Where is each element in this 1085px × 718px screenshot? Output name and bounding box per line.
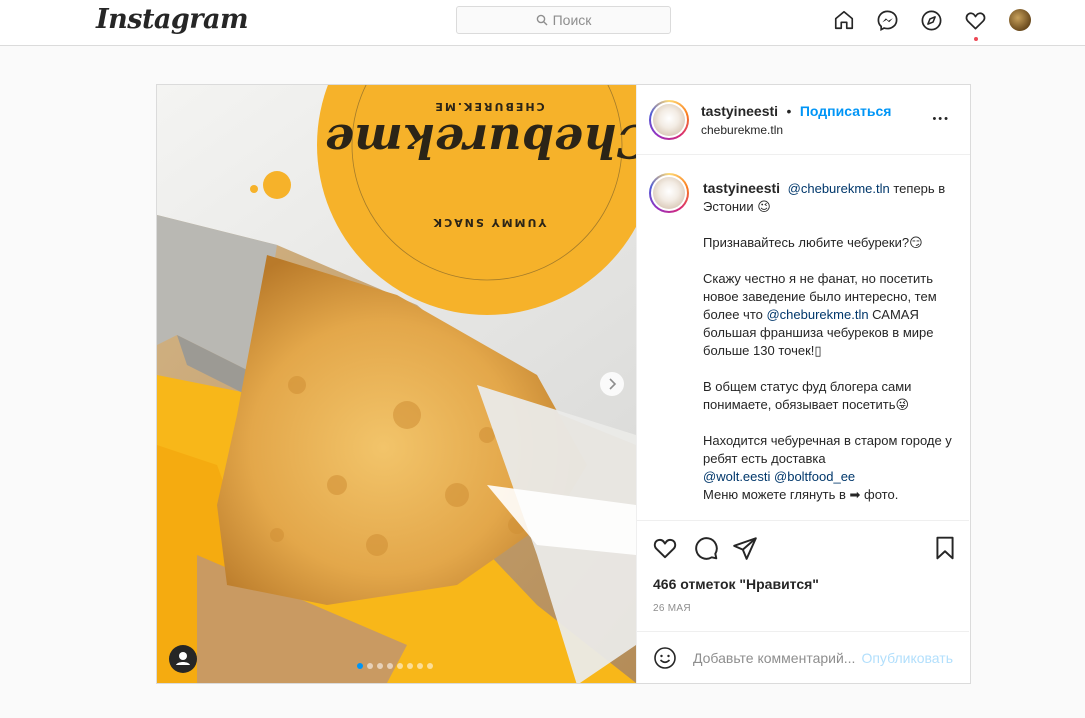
like-heart-icon[interactable] [652, 535, 678, 561]
top-navigation-bar: Instagram Поиск [0, 0, 1085, 46]
save-bookmark-icon[interactable] [932, 535, 958, 561]
post-location[interactable]: cheburekme.tln [701, 123, 783, 137]
post-sidebar: tastyineesti • Подписаться cheburekme.tl… [636, 85, 970, 683]
explore-compass-icon[interactable] [920, 9, 943, 32]
post-date[interactable]: 26 МАЯ [653, 603, 691, 614]
photo-ring-text-top: CHEBUREK.ME [433, 100, 544, 113]
emoji-icon[interactable] [653, 646, 677, 670]
tagged-users-button[interactable] [169, 645, 197, 673]
activity-heart-icon[interactable] [964, 9, 987, 32]
caption-mention-boltfood[interactable]: @boltfood_ee [774, 469, 855, 484]
carousel-dot [397, 663, 403, 669]
profile-avatar[interactable] [1009, 9, 1031, 31]
caption-mention-wolt[interactable]: @wolt.eesti [703, 469, 770, 484]
user-icon [176, 652, 190, 665]
carousel-dot [377, 663, 383, 669]
carousel-dot [367, 663, 373, 669]
post-card: Cheburekme CHEBUREK.ME YUMMY SNACK tasty… [156, 84, 971, 684]
carousel-dot [357, 663, 363, 669]
search-input[interactable]: Поиск [456, 6, 671, 34]
post-actions: 466 отметок "Нравится" 26 МАЯ [637, 521, 969, 631]
more-options-icon[interactable]: ••• [932, 113, 950, 125]
carousel-dot [417, 663, 423, 669]
caption-author[interactable]: tastyineesti [703, 180, 780, 196]
photo-illustration: Cheburekme CHEBUREK.ME YUMMY SNACK [157, 85, 636, 683]
carousel-next-button[interactable] [600, 372, 624, 396]
likes-count[interactable]: 466 отметок "Нравится" [653, 576, 819, 592]
chevron-right-icon [609, 378, 617, 390]
caption-paragraph-4: В общем статус фуд блогера сами понимает… [703, 379, 912, 412]
comment-input[interactable]: Добавьте комментарий... [693, 650, 855, 666]
carousel-dot [407, 663, 413, 669]
author-avatar[interactable] [649, 100, 689, 140]
caption-paragraph-5b: Меню можете глянуть в ➡ фото. [703, 487, 899, 502]
caption-mention-cheburekme-2[interactable]: @cheburekme.tln [766, 307, 868, 322]
caption-text: tastyineesti @cheburekme.tln теперь в Эс… [703, 179, 959, 504]
caption-paragraph-3-end: ▯ [814, 343, 822, 358]
caption-paragraph-2: Признавайтесь любите чебуреки?😏 [703, 235, 923, 250]
photo-ring-text-bottom: YUMMY SNACK [432, 216, 548, 229]
search-placeholder: Поиск [552, 12, 592, 28]
notification-dot [974, 37, 978, 41]
carousel-dots [357, 663, 433, 669]
follow-button[interactable]: Подписаться [800, 103, 892, 119]
carousel-dot [387, 663, 393, 669]
publish-comment-button[interactable]: Опубликовать [861, 650, 953, 666]
home-icon[interactable] [833, 9, 855, 31]
comment-icon[interactable] [693, 535, 719, 561]
instagram-logo[interactable]: Instagram [96, 4, 249, 35]
author-username[interactable]: tastyineesti [701, 103, 778, 119]
caption-author-avatar[interactable] [649, 173, 689, 213]
post-header: tastyineesti • Подписаться cheburekme.tl… [637, 85, 970, 155]
caption-paragraph-5a: Находится чебуречная в старом городе у р… [703, 433, 952, 466]
post-photo[interactable]: Cheburekme CHEBUREK.ME YUMMY SNACK [157, 85, 636, 683]
carousel-dot [427, 663, 433, 669]
separator-dot: • [786, 103, 792, 119]
share-icon[interactable] [732, 535, 758, 561]
messenger-icon[interactable] [876, 9, 899, 32]
caption-mention-cheburekme[interactable]: @cheburekme.tln [788, 181, 890, 196]
photo-brand-text: Cheburekme [325, 114, 636, 168]
comment-bar: Добавьте комментарий... Опубликовать [637, 631, 969, 683]
search-icon [536, 14, 548, 26]
post-caption: tastyineesti @cheburekme.tln теперь в Эс… [637, 155, 969, 521]
